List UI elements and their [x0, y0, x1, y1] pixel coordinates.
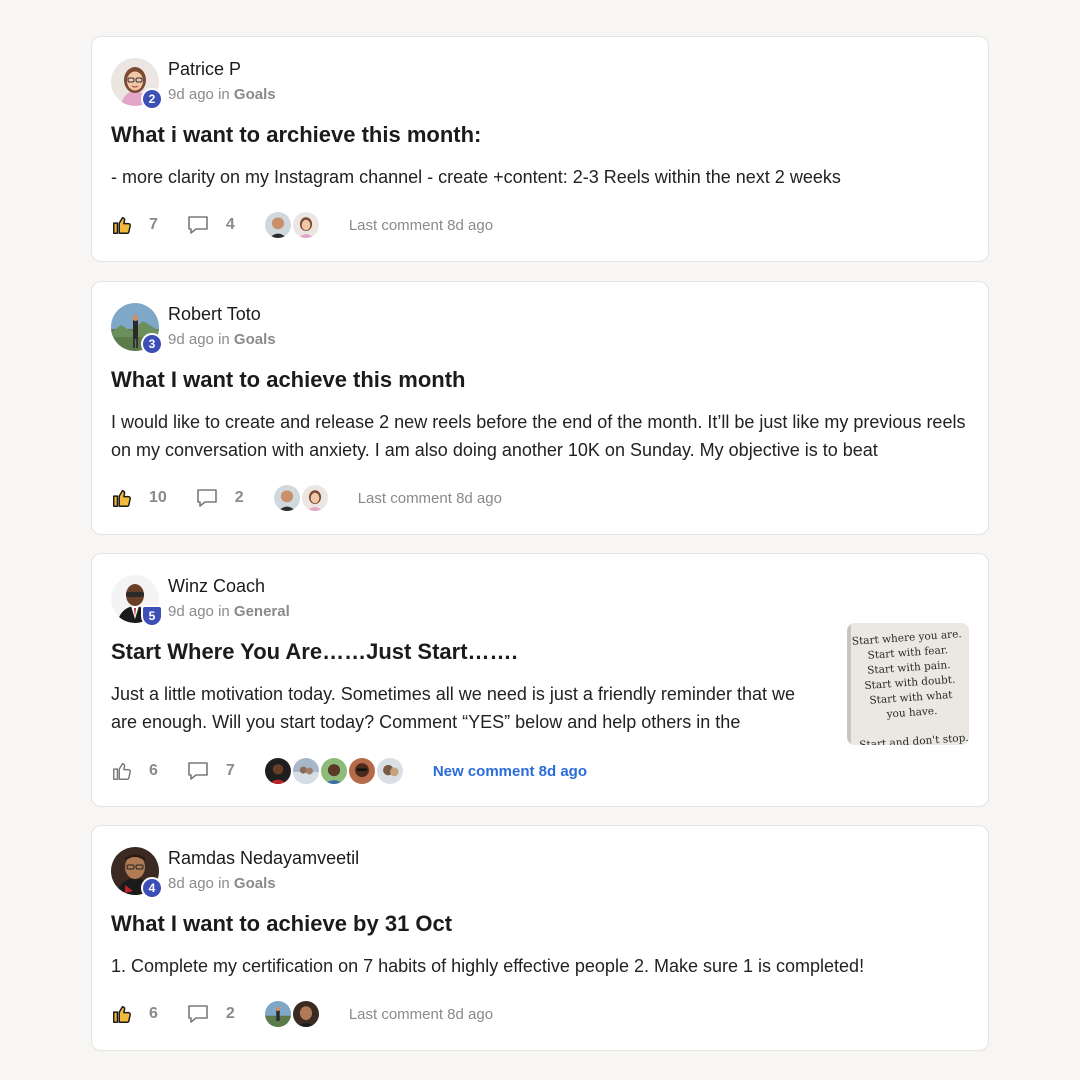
commenter-avatar[interactable]	[290, 756, 321, 786]
comment-button[interactable]: 2	[195, 487, 244, 509]
like-count: 10	[149, 489, 167, 506]
speech-bubble-icon	[188, 762, 208, 780]
commenter-avatar[interactable]	[346, 756, 377, 786]
level-badge: 2	[141, 88, 163, 110]
post-meta: 8d ago in Goals	[168, 875, 276, 892]
commenter-avatar[interactable]	[262, 756, 293, 786]
post-category[interactable]: Goals	[234, 86, 276, 103]
commenter-avatars[interactable]	[271, 483, 330, 513]
commenter-avatar[interactable]	[318, 756, 349, 786]
like-button[interactable]: 10	[111, 487, 167, 509]
commenter-avatars[interactable]	[262, 756, 405, 786]
comment-button[interactable]: 4	[186, 214, 235, 236]
post-footer: 6 7 New comment 8d ago	[111, 756, 587, 786]
post-meta: 9d ago in General	[168, 603, 290, 620]
last-comment-time: Last comment 8d ago	[348, 1005, 494, 1023]
post-body[interactable]: - more clarity on my Instagram channel -…	[111, 163, 971, 191]
post-time: 8d ago	[168, 875, 214, 892]
post-footer: 10 2 Last comment 8d ago	[111, 483, 502, 513]
author-name[interactable]: Patrice P	[168, 59, 241, 80]
post-body[interactable]: Just a little motivation today. Sometime…	[111, 680, 816, 736]
like-count: 7	[149, 216, 158, 233]
post-title[interactable]: Start Where You Are……Just Start…….	[111, 639, 518, 665]
post-image[interactable]: Start where you are. Start with fear. St…	[847, 623, 969, 745]
post-meta: 9d ago in Goals	[168, 86, 276, 103]
commenter-avatar[interactable]	[271, 483, 302, 513]
speech-bubble-icon	[196, 489, 217, 507]
comment-count: 2	[225, 1005, 235, 1022]
post-title[interactable]: What i want to archieve this month:	[111, 122, 481, 148]
post-footer: 7 4 Last comment 8d ago	[111, 210, 493, 240]
speech-bubble-icon	[188, 216, 208, 234]
meta-in: in	[218, 86, 230, 103]
post-card[interactable]: 4 Ramdas Nedayamveetil 8d ago in Goals W…	[91, 825, 989, 1051]
post-time: 9d ago	[168, 603, 214, 620]
post-title[interactable]: What I want to achieve this month	[111, 367, 465, 393]
comment-button[interactable]: 2	[186, 1003, 235, 1025]
post-category[interactable]: Goals	[234, 875, 276, 892]
thumbs-up-icon	[113, 1005, 131, 1023]
comment-count: 7	[225, 762, 235, 779]
thumbs-up-icon	[113, 489, 131, 507]
commenter-avatar[interactable]	[262, 210, 293, 240]
post-category[interactable]: General	[234, 603, 290, 620]
author-name[interactable]: Ramdas Nedayamveetil	[168, 848, 359, 869]
thumbs-up-icon	[113, 216, 131, 234]
meta-in: in	[218, 331, 230, 348]
commenter-avatar[interactable]	[374, 756, 405, 786]
level-badge: 4	[141, 877, 163, 899]
commenter-avatar[interactable]	[290, 999, 321, 1029]
commenter-avatar[interactable]	[262, 999, 293, 1029]
post-time: 9d ago	[168, 86, 214, 103]
like-count: 6	[149, 1005, 158, 1022]
thumbs-up-icon	[113, 762, 131, 780]
author-avatar[interactable]: 3	[111, 303, 163, 355]
speech-bubble-icon	[188, 1005, 208, 1023]
new-comment-link[interactable]: New comment 8d ago	[433, 763, 587, 780]
commenter-avatar[interactable]	[290, 210, 321, 240]
author-avatar[interactable]: 4	[111, 847, 163, 899]
post-body[interactable]: I would like to create and release 2 new…	[111, 408, 971, 464]
post-card[interactable]: 3 Robert Toto 9d ago in Goals What I wan…	[91, 281, 989, 535]
author-avatar[interactable]: 5	[111, 575, 163, 627]
post-meta: 9d ago in Goals	[168, 331, 276, 348]
author-name[interactable]: Robert Toto	[168, 304, 261, 325]
last-comment-time: Last comment 8d ago	[357, 489, 502, 507]
like-button[interactable]: 6	[111, 760, 158, 782]
commenter-avatars[interactable]	[262, 999, 321, 1029]
like-count: 6	[149, 762, 158, 779]
level-badge: 3	[141, 333, 163, 355]
meta-in: in	[218, 875, 230, 892]
author-name[interactable]: Winz Coach	[168, 576, 265, 597]
comment-count: 4	[225, 216, 235, 233]
post-title[interactable]: What I want to achieve by 31 Oct	[111, 911, 452, 937]
post-footer: 6 2 Last comment 8d ago	[111, 999, 493, 1029]
post-card[interactable]: 2 Patrice P 9d ago in Goals What i want …	[91, 36, 989, 262]
commenter-avatar[interactable]	[299, 483, 330, 513]
comment-count: 2	[234, 489, 244, 506]
post-card[interactable]: 5 Winz Coach 9d ago in General Start Whe…	[91, 553, 989, 807]
post-category[interactable]: Goals	[234, 331, 276, 348]
last-comment-time: Last comment 8d ago	[348, 216, 494, 234]
meta-in: in	[218, 603, 230, 620]
commenter-avatars[interactable]	[262, 210, 321, 240]
like-button[interactable]: 6	[111, 1003, 158, 1025]
author-avatar[interactable]: 2	[111, 58, 163, 110]
like-button[interactable]: 7	[111, 214, 158, 236]
post-body[interactable]: 1. Complete my certification on 7 habits…	[111, 952, 971, 980]
comment-button[interactable]: 7	[186, 760, 235, 782]
level-badge: 5	[141, 605, 163, 627]
post-time: 9d ago	[168, 331, 214, 348]
quote-image: Start where you are. Start with fear. St…	[847, 623, 969, 745]
